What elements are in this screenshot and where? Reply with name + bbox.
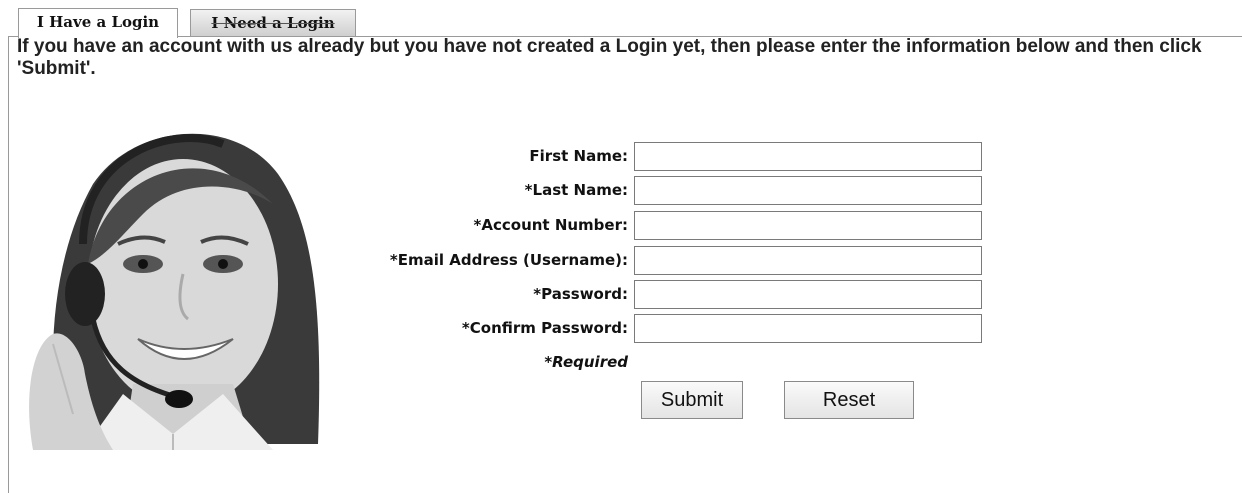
tab-i-need-a-login[interactable]: I Need a Login xyxy=(190,9,356,36)
tab-i-have-a-login[interactable]: I Have a Login xyxy=(18,8,178,38)
account-number-field[interactable] xyxy=(634,211,982,240)
intro-text: If you have an account with us already b… xyxy=(17,36,1202,79)
last-name-field[interactable] xyxy=(634,176,982,205)
email-address-label: *Email Address (Username): xyxy=(389,251,628,269)
tab-label: I Have a Login xyxy=(36,13,160,31)
page: I Have a Login I Need a Login If you hav… xyxy=(0,0,1242,493)
password-label: *Password: xyxy=(533,285,628,303)
last-name-label: *Last Name: xyxy=(524,181,628,199)
tab-label: I Need a Login xyxy=(211,14,335,32)
first-name-field[interactable] xyxy=(634,142,982,171)
email-address-field[interactable] xyxy=(634,246,982,275)
support-agent-photo xyxy=(23,114,327,450)
first-name-label: First Name: xyxy=(529,147,628,165)
confirm-password-field[interactable] xyxy=(634,314,982,343)
confirm-password-label: *Confirm Password: xyxy=(461,319,628,337)
reset-button[interactable]: Reset xyxy=(784,381,914,419)
required-note: *Required xyxy=(544,353,628,371)
account-number-label: *Account Number: xyxy=(473,216,628,234)
password-field[interactable] xyxy=(634,280,982,309)
submit-button[interactable]: Submit xyxy=(641,381,743,419)
